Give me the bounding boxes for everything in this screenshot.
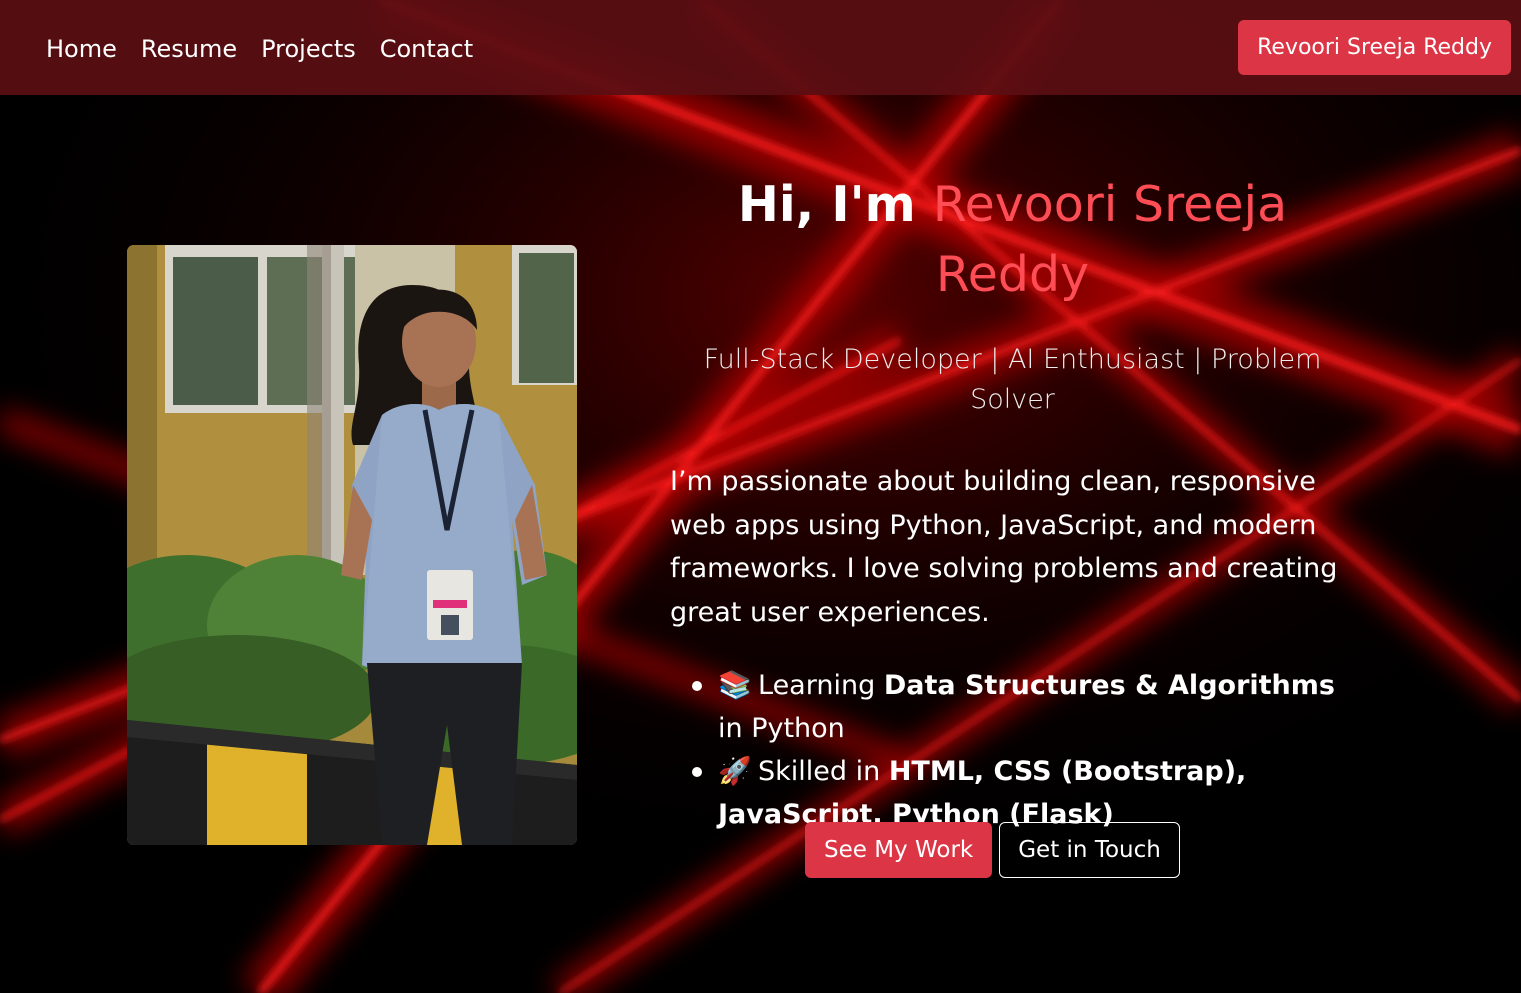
about-paragraph: I’m passionate about building clean, res… (670, 466, 1338, 628)
nav-link-home[interactable]: Home (46, 30, 117, 68)
portfolio-page: Home Resume Projects Contact Revoori Sre… (0, 0, 1521, 993)
skill-prefix: Skilled in (758, 756, 889, 787)
skills-list: 📚 Learning Data Structures & Algorithms i… (692, 664, 1358, 836)
list-item: 📚 Learning Data Structures & Algorithms i… (692, 664, 1358, 750)
hero-title: Hi, I'm Revoori Sreeja Reddy (660, 170, 1365, 310)
see-my-work-button[interactable]: See My Work (805, 822, 993, 878)
get-in-touch-button[interactable]: Get in Touch (999, 822, 1180, 878)
profile-photo-illustration (127, 245, 577, 845)
hero-subtitle: Full-Stack Developer | AI Enthusiast | P… (703, 344, 1322, 415)
nav-link-resume[interactable]: Resume (141, 30, 237, 68)
brand-name-button[interactable]: Revoori Sreeja Reddy (1238, 20, 1511, 75)
hero-section: Hi, I'm Revoori Sreeja Reddy Full-Stack … (660, 170, 1365, 836)
navbar: Home Resume Projects Contact Revoori Sre… (0, 0, 1521, 95)
nav-links: Home Resume Projects Contact (46, 30, 473, 68)
books-icon: 📚 (718, 670, 752, 701)
cta-buttons: See My Work Get in Touch (805, 822, 1180, 878)
skill-highlight: Data Structures & Algorithms (883, 670, 1335, 701)
nav-link-contact[interactable]: Contact (380, 30, 473, 68)
rocket-icon: 🚀 (718, 756, 752, 787)
skill-prefix: Learning (758, 670, 884, 701)
profile-photo (127, 245, 577, 845)
nav-link-projects[interactable]: Projects (261, 30, 356, 68)
skill-suffix: in Python (718, 713, 845, 744)
hero-name: Revoori Sreeja Reddy (932, 176, 1288, 303)
greeting-text: Hi, I'm (737, 176, 916, 233)
